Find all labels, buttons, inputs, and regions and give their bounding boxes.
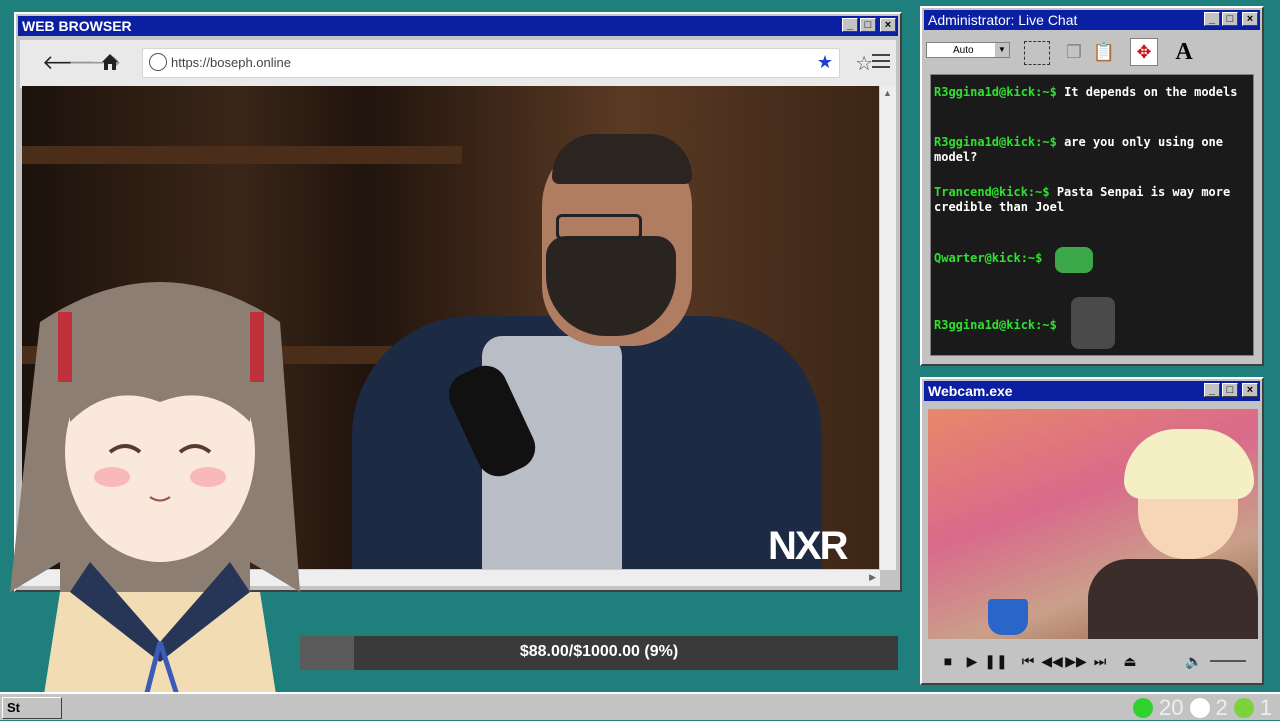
minimize-button[interactable]: _ bbox=[1204, 383, 1220, 397]
mug bbox=[988, 599, 1028, 635]
close-button[interactable]: × bbox=[1242, 383, 1258, 397]
pause-icon[interactable]: ❚❚ bbox=[984, 653, 1008, 670]
address-toolbar: 🡐 🡒 https://boseph.online ★ ☆ bbox=[20, 40, 896, 88]
bookmark-star-icon[interactable]: ★ bbox=[817, 52, 833, 73]
chat-window: Administrator: Live Chat _ □ × Auto ▼ ❐ … bbox=[920, 6, 1264, 366]
skip-back-icon[interactable]: ⏮ bbox=[1016, 653, 1040, 670]
donation-progress-bar: $88.00/$1000.00 (9%) bbox=[300, 636, 898, 670]
chat-message: Trancend@kick:~$ Pasta Senpai is way mor… bbox=[934, 185, 1249, 215]
webcam-feed bbox=[928, 409, 1258, 639]
favorites-star-icon[interactable]: ☆ bbox=[855, 51, 873, 76]
tray-count: 20 bbox=[1159, 695, 1184, 720]
start-label: St bbox=[7, 700, 20, 715]
maximize-button[interactable]: □ bbox=[1222, 383, 1238, 397]
globe-icon bbox=[149, 53, 167, 71]
pepe-emote-icon bbox=[1055, 247, 1093, 273]
video-player[interactable]: NXR bbox=[22, 86, 882, 570]
close-button[interactable]: × bbox=[880, 18, 896, 32]
tray-count: 2 bbox=[1215, 695, 1228, 720]
kick-icon[interactable] bbox=[1133, 698, 1154, 718]
donation-progress-text: $88.00/$1000.00 (9%) bbox=[519, 643, 679, 660]
moon-icon[interactable] bbox=[1189, 698, 1210, 718]
chat-title-bar[interactable]: Administrator: Live Chat _ □ × bbox=[924, 10, 1260, 30]
fast-forward-icon[interactable]: ▶▶ bbox=[1064, 653, 1088, 670]
menu-icon[interactable] bbox=[872, 54, 890, 68]
chat-title: Administrator: Live Chat bbox=[928, 12, 1078, 28]
avatar-body bbox=[1088, 559, 1258, 639]
chat-text: It depends on the models bbox=[1064, 85, 1238, 99]
chat-message: R3ggina1d@kick:~$ are you only using one… bbox=[934, 135, 1249, 165]
chat-messages[interactable]: R3ggina1d@kick:~$ It depends on the mode… bbox=[930, 74, 1254, 356]
stop-icon[interactable]: ■ bbox=[936, 653, 960, 669]
font-icon[interactable]: A bbox=[1170, 38, 1198, 66]
play-icon[interactable]: ▶ bbox=[960, 653, 984, 670]
chat-username: Qwarter@kick:~$ bbox=[934, 251, 1043, 265]
url-bar[interactable]: https://boseph.online ★ ☆ bbox=[142, 48, 873, 78]
url-text: https://boseph.online bbox=[171, 55, 291, 70]
scroll-right-icon[interactable]: ▶ bbox=[869, 572, 876, 583]
volume-icon[interactable]: 🔈 bbox=[1182, 653, 1206, 670]
face-emote-icon bbox=[1071, 297, 1115, 349]
chat-toolbar: Auto ▼ ❐ 📋 ✥ A bbox=[924, 32, 1260, 72]
webcam-title-bar[interactable]: Webcam.exe _ □ × bbox=[924, 381, 1260, 401]
shelf bbox=[22, 146, 462, 164]
chat-username: Trancend@kick:~$ bbox=[934, 185, 1050, 199]
home-icon[interactable] bbox=[100, 52, 120, 72]
person-glasses bbox=[556, 214, 642, 240]
tray-count: 1 bbox=[1259, 695, 1272, 720]
media-controls: ■ ▶ ❚❚ ⏮ ◀◀ ▶▶ ⏭ ⏏ 🔈 bbox=[928, 645, 1256, 677]
system-tray: 20 2 1 bbox=[1133, 695, 1272, 720]
move-icon[interactable]: ✥ bbox=[1130, 38, 1158, 66]
maximize-button[interactable]: □ bbox=[1222, 12, 1238, 26]
person-hair bbox=[552, 134, 692, 184]
horizontal-scrollbar[interactable]: ▶ bbox=[22, 569, 880, 586]
browser-title-bar[interactable]: WEB BROWSER _ □ × bbox=[18, 16, 898, 36]
volume-slider[interactable] bbox=[1210, 660, 1246, 662]
browser-window: WEB BROWSER _ □ × 🡐 🡒 https://boseph.onl… bbox=[14, 12, 902, 592]
font-size-select[interactable]: Auto ▼ bbox=[926, 42, 1010, 58]
copy-icon[interactable]: ❐ bbox=[1060, 38, 1088, 66]
chat-username: R3ggina1d@kick:~$ bbox=[934, 135, 1057, 149]
avatar-hair bbox=[1124, 429, 1254, 499]
taskbar: St 20 2 1 bbox=[0, 692, 1280, 720]
webcam-window: Webcam.exe _ □ × ■ ▶ ❚❚ ⏮ ◀◀ ▶▶ ⏭ ⏏ 🔈 bbox=[920, 377, 1264, 685]
maximize-button[interactable]: □ bbox=[860, 18, 876, 32]
chat-message: R3ggina1d@kick:~$ It depends on the mode… bbox=[934, 85, 1249, 100]
paste-icon[interactable]: 📋 bbox=[1090, 38, 1118, 66]
play-icon[interactable] bbox=[1233, 698, 1254, 718]
minimize-button[interactable]: _ bbox=[1204, 12, 1220, 26]
font-size-select-value: Auto bbox=[953, 45, 974, 56]
scroll-up-icon[interactable]: ▲ bbox=[883, 88, 892, 98]
select-icon[interactable] bbox=[1024, 41, 1050, 65]
close-button[interactable]: × bbox=[1242, 12, 1258, 26]
video-watermark: NXR bbox=[768, 524, 848, 568]
chat-username: R3ggina1d@kick:~$ bbox=[934, 85, 1057, 99]
chevron-down-icon[interactable]: ▼ bbox=[995, 43, 1009, 57]
browser-title: WEB BROWSER bbox=[22, 18, 132, 34]
rewind-icon[interactable]: ◀◀ bbox=[1040, 653, 1064, 670]
vertical-scrollbar[interactable]: ▲ bbox=[879, 86, 896, 570]
skip-forward-icon[interactable]: ⏭ bbox=[1088, 653, 1112, 670]
eject-icon[interactable]: ⏏ bbox=[1118, 653, 1142, 670]
start-button[interactable]: St bbox=[2, 697, 62, 719]
minimize-button[interactable]: _ bbox=[842, 18, 858, 32]
chat-username: R3ggina1d@kick:~$ bbox=[934, 318, 1057, 332]
webcam-title: Webcam.exe bbox=[928, 383, 1013, 399]
